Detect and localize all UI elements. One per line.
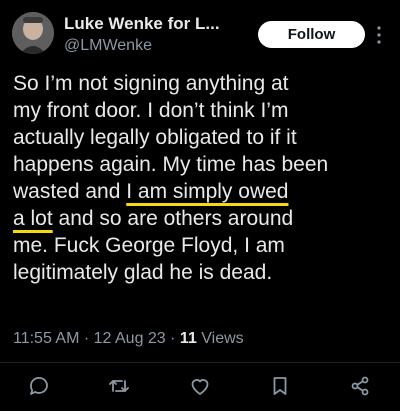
more-vertical-icon[interactable] [376, 24, 382, 46]
tweet-line: a lot and so are others around [13, 205, 391, 232]
underlined-text: I am simply owed [126, 180, 289, 203]
tweet-line: happens again. My time has been [13, 153, 329, 176]
bookmark-icon[interactable] [268, 374, 292, 398]
author-handle[interactable]: @LMWenke [64, 37, 152, 55]
author-name[interactable]: Luke Wenke for L... [64, 14, 220, 34]
views-label: Views [196, 330, 244, 347]
tweet-card: Luke Wenke for L... @LMWenke Follow So I… [0, 0, 400, 411]
action-bar [0, 372, 400, 402]
tweet-text: So I’m not signing anything at my front … [13, 70, 391, 286]
timestamp[interactable]: 11:55 AM · 12 Aug 23 · [13, 330, 180, 347]
tweet-line: So I’m not signing anything at [13, 72, 289, 95]
heart-icon[interactable] [188, 374, 212, 398]
tweet-line: actually legally obligated to if it [13, 126, 297, 149]
tweet-text-plain: and so are others around [52, 207, 294, 230]
tweet-line: wasted and I am simply owed [13, 178, 391, 205]
divider [0, 362, 400, 363]
retweet-icon[interactable] [107, 374, 131, 398]
follow-button[interactable]: Follow [258, 21, 365, 48]
share-icon[interactable] [348, 374, 372, 398]
views-count: 11 [179, 330, 197, 347]
tweet-line: my front door. I don’t think I’m [13, 99, 289, 122]
reply-icon[interactable] [27, 374, 51, 398]
tweet-line: legitimately glad he is dead. [13, 261, 273, 284]
tweet-line: me. Fuck George Floyd, I am [13, 234, 285, 257]
tweet-text-plain: wasted and [13, 180, 127, 203]
underlined-text: a lot [13, 207, 53, 230]
tweet-meta: 11:55 AM · 12 Aug 23 · 11 Views [13, 330, 244, 348]
avatar[interactable] [12, 12, 54, 54]
